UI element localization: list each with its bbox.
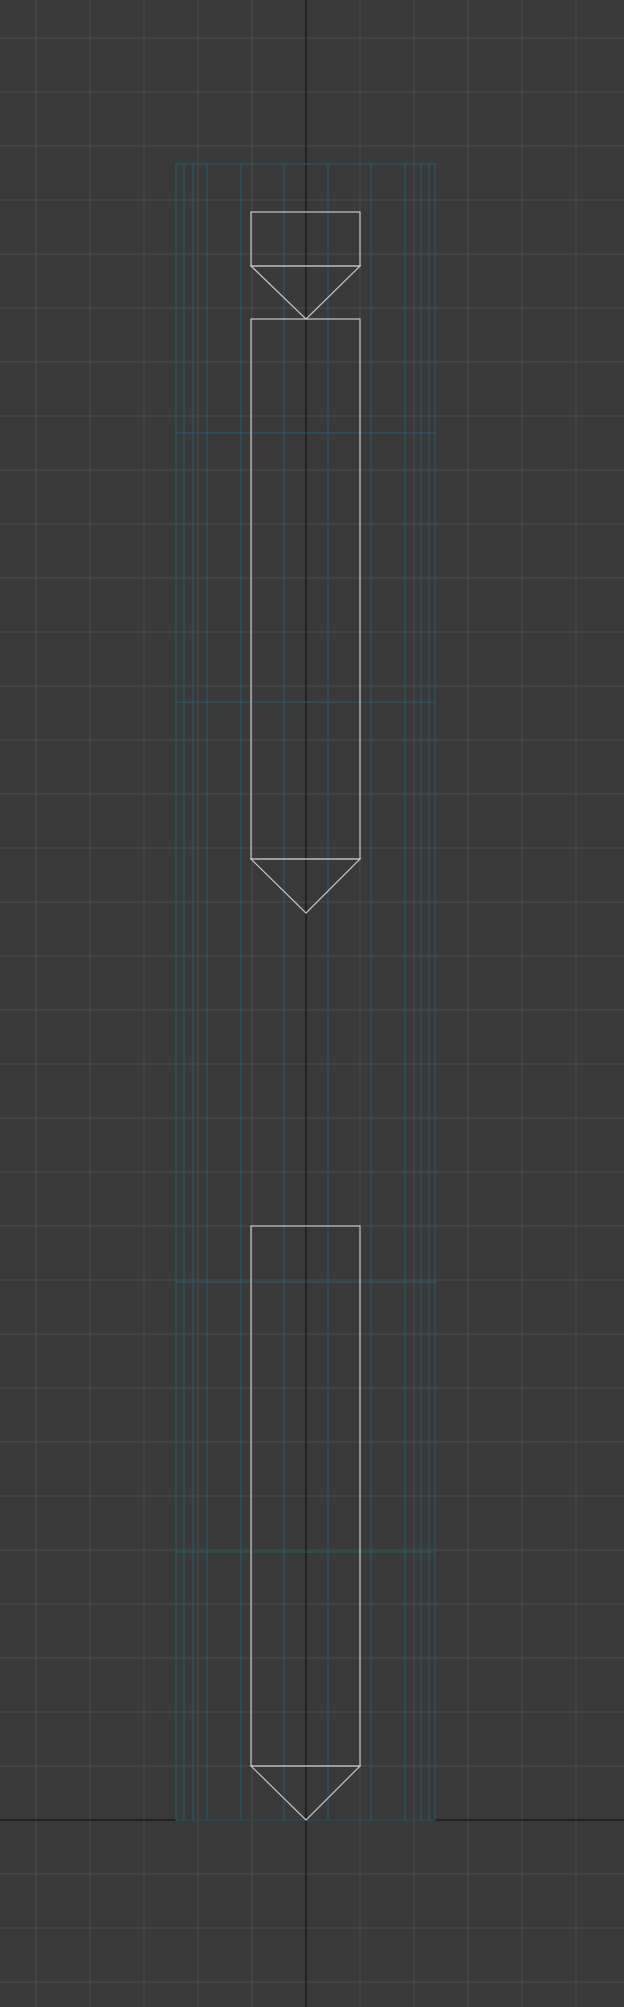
viewport-canvas[interactable] (0, 0, 624, 2007)
viewport-background (0, 0, 624, 2007)
orthographic-viewport[interactable] (0, 0, 624, 2007)
